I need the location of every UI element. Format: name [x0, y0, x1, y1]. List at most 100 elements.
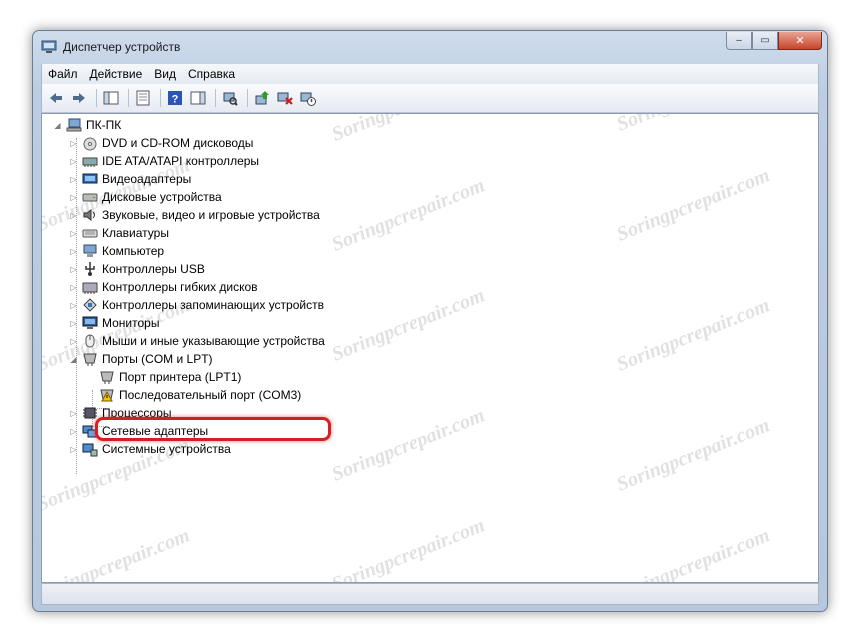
- device-manager-icon: [41, 40, 57, 53]
- toolbar-separator: [128, 89, 129, 107]
- status-bar: [41, 583, 819, 605]
- close-button[interactable]: ✕: [778, 32, 822, 50]
- device-category-label: Дисковые устройства: [102, 190, 222, 204]
- device-category-label: Контроллеры USB: [102, 262, 205, 276]
- device-item[interactable]: Порт принтера (LPT1): [99, 368, 241, 386]
- expand-icon[interactable]: ▷: [69, 139, 78, 148]
- mouse-icon: [85, 334, 95, 348]
- port-warning-icon: [100, 389, 114, 402]
- monitor-icon: [82, 316, 98, 329]
- minimize-button[interactable]: ‒: [726, 32, 752, 50]
- device-manager-window: Диспетчер устройств ‒ ▭ ✕ Файл Действие …: [32, 30, 828, 612]
- maximize-icon: ▭: [760, 35, 770, 46]
- watermark: Soringpcrepair.com: [328, 404, 488, 486]
- disable-device-icon: [300, 92, 316, 106]
- toolbar-separator: [160, 89, 161, 107]
- expand-icon[interactable]: ▷: [69, 211, 78, 220]
- expand-icon[interactable]: ▷: [69, 319, 78, 328]
- expand-icon[interactable]: ▷: [69, 193, 78, 202]
- device-tree-pane[interactable]: Soringpcrepair.com Soringpcrepair.com So…: [41, 113, 819, 583]
- device-category[interactable]: ▷ Мониторы: [69, 314, 159, 332]
- expand-icon[interactable]: ▷: [69, 265, 78, 274]
- menu-view[interactable]: Вид: [148, 67, 182, 81]
- watermark: Soringpcrepair.com: [613, 164, 773, 246]
- action-pane-button[interactable]: [188, 88, 208, 108]
- port-icon: [83, 353, 97, 366]
- device-category-label: IDE ATA/ATAPI контроллеры: [102, 154, 260, 168]
- watermark: Soringpcrepair.com: [613, 294, 773, 376]
- expand-icon[interactable]: ▷: [69, 409, 78, 418]
- toolbar: ?: [41, 84, 819, 113]
- menu-bar: Файл Действие Вид Справка: [41, 64, 819, 84]
- scan-hardware-icon: [223, 92, 238, 106]
- floppy-controller-icon: [82, 282, 98, 294]
- device-category[interactable]: ▷ IDE ATA/ATAPI контроллеры: [69, 152, 259, 170]
- device-category[interactable]: ▷ Контроллеры запоминающих устройств: [69, 296, 324, 314]
- device-category-label: Мониторы: [102, 316, 160, 330]
- minimize-icon: ‒: [736, 35, 742, 46]
- tree-root[interactable]: ◢ ПК-ПК: [53, 116, 121, 134]
- watermark: Soringpcrepair.com: [328, 174, 488, 256]
- toolbar-separator: [215, 89, 216, 107]
- device-category[interactable]: ▷ Мыши и иные указывающие устройства: [69, 332, 324, 350]
- forward-button[interactable]: [69, 88, 89, 108]
- expand-icon[interactable]: ▷: [69, 157, 78, 166]
- usb-icon: [85, 262, 95, 276]
- expand-icon[interactable]: ▷: [69, 283, 78, 292]
- help-button[interactable]: ?: [165, 88, 185, 108]
- update-driver-button[interactable]: [252, 88, 272, 108]
- maximize-button[interactable]: ▭: [752, 32, 778, 50]
- device-category[interactable]: ▷ Клавиатуры: [69, 224, 169, 242]
- expand-icon[interactable]: ▷: [69, 229, 78, 238]
- device-category[interactable]: ▷ Контроллеры USB: [69, 260, 205, 278]
- device-category[interactable]: ▷ Звуковые, видео и игровые устройства: [69, 206, 319, 224]
- device-category[interactable]: ▷ Компьютер: [69, 242, 164, 260]
- scan-hardware-button[interactable]: [220, 88, 240, 108]
- back-button[interactable]: [46, 88, 66, 108]
- expand-icon[interactable]: ▷: [69, 247, 78, 256]
- menu-file[interactable]: Файл: [42, 67, 84, 81]
- speaker-icon: [83, 209, 95, 221]
- collapse-icon[interactable]: ◢: [69, 355, 78, 364]
- ide-controller-icon: [82, 157, 98, 167]
- watermark: Soringpcrepair.com: [613, 414, 773, 496]
- console-tree-icon: [103, 91, 119, 105]
- update-driver-icon: [255, 91, 269, 105]
- expand-icon[interactable]: ▷: [69, 175, 78, 184]
- device-category[interactable]: ▷ Системные устройства: [69, 440, 231, 458]
- device-category[interactable]: ▷ Дисковые устройства: [69, 188, 222, 206]
- back-icon: [50, 93, 62, 103]
- device-category-label: Видеоадаптеры: [102, 172, 192, 186]
- help-icon: ?: [168, 91, 182, 106]
- window-title: Диспетчер устройств: [63, 40, 181, 54]
- properties-button[interactable]: [133, 88, 153, 108]
- watermark: Soringpcrepair.com: [329, 114, 489, 147]
- device-category[interactable]: ▷ Видеоадаптеры: [69, 170, 191, 188]
- processor-icon: [83, 407, 97, 419]
- uninstall-button[interactable]: [275, 88, 295, 108]
- expand-icon[interactable]: ▷: [69, 337, 78, 346]
- disable-device-button[interactable]: [298, 88, 318, 108]
- storage-controller-icon: [83, 298, 97, 312]
- device-category-label: Компьютер: [102, 244, 165, 258]
- title-bar[interactable]: Диспетчер устройств ‒ ▭ ✕: [33, 31, 827, 63]
- toolbar-separator: [247, 89, 248, 107]
- expand-icon[interactable]: ▷: [69, 301, 78, 310]
- device-category[interactable]: ▷ DVD и CD-ROM дисководы: [69, 134, 253, 152]
- expand-icon[interactable]: ▷: [69, 445, 78, 454]
- expand-icon[interactable]: ▷: [69, 427, 78, 436]
- collapse-icon[interactable]: ◢: [53, 121, 62, 130]
- show-hide-console-tree-button[interactable]: [101, 88, 121, 108]
- toolbar-separator: [96, 89, 97, 107]
- device-item-warning[interactable]: Последовательный порт (COM3): [99, 386, 301, 404]
- menu-action[interactable]: Действие: [84, 67, 149, 81]
- watermark: Soringpcrepair.com: [613, 524, 773, 583]
- port-icon: [100, 371, 114, 384]
- watermark: Soringpcrepair.com: [41, 524, 193, 583]
- menu-help[interactable]: Справка: [182, 67, 241, 81]
- svg-text:?: ?: [172, 94, 179, 106]
- device-category[interactable]: ◢ Порты (COM и LPT): [69, 350, 213, 368]
- watermark: Soringpcrepair.com: [614, 114, 774, 137]
- device-category[interactable]: ▷ Контроллеры гибких дисков: [69, 278, 258, 296]
- close-icon: ✕: [795, 35, 805, 47]
